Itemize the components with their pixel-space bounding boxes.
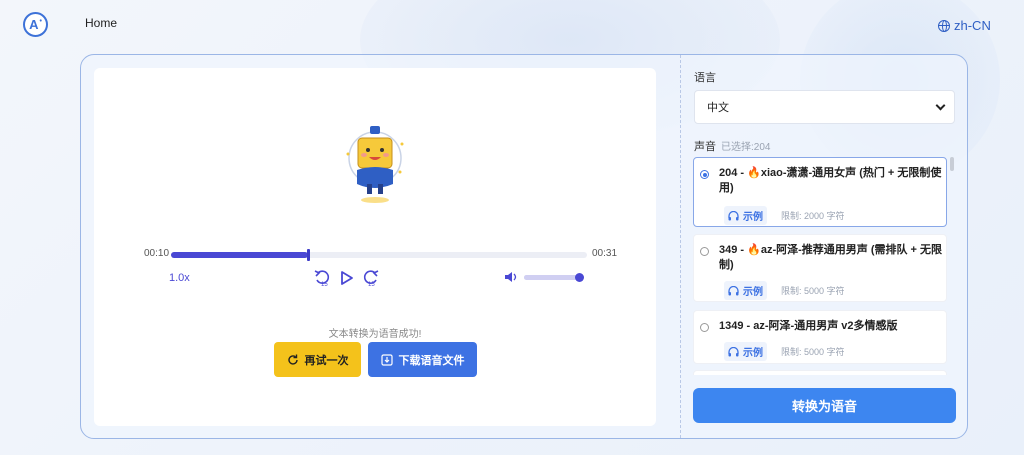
download-label: 下载语音文件 — [398, 354, 465, 367]
volume-fill — [524, 275, 580, 280]
voice-label: 声音 已选择:204 — [694, 141, 771, 153]
forward-icon: 15 — [363, 270, 379, 287]
voice-name: 349 - 🔥az-阿泽-推荐通用男声 (需排队 + 无限制) — [719, 244, 943, 271]
voice-list-scrollbar[interactable] — [950, 157, 954, 171]
download-button[interactable]: 下载语音文件 — [368, 342, 477, 377]
locale-switcher[interactable]: zh-CN — [938, 18, 991, 33]
playback-speed-button[interactable]: 1.0x — [169, 272, 190, 284]
panel-divider — [680, 55, 681, 438]
progress-slider[interactable] — [171, 249, 587, 261]
voice-radio[interactable] — [700, 170, 709, 179]
rewind-icon: 15 — [314, 270, 330, 287]
download-icon — [380, 353, 393, 366]
voice-limit: 限制: 2000 字符 — [781, 211, 845, 221]
language-label: 语言 — [694, 72, 716, 84]
tts-panel: 00:10 00:31 1.0x 15 15 文本转换为语音成功! 再试一次 下… — [80, 54, 968, 439]
duration-time: 00:31 — [592, 248, 618, 259]
headphones-icon — [728, 285, 739, 295]
voice-selected-count: 已选择:204 — [721, 142, 771, 153]
voice-name: 1349 - az-阿泽-通用男声 v2多情感版 — [719, 320, 898, 332]
logo-letter: A — [29, 17, 39, 32]
locale-label: zh-CN — [954, 18, 991, 33]
voice-meta: 示例 限制: 5000 字符 — [724, 342, 845, 361]
mascot-illustration — [346, 126, 404, 203]
headphones-icon — [728, 210, 739, 220]
voice-name: 204 - 🔥xiao-潇潇-通用女声 (热门 + 无限制使用) — [719, 167, 942, 194]
voice-option-204[interactable]: 204 - 🔥xiao-潇潇-通用女声 (热门 + 无限制使用) 示例 限制: … — [693, 157, 947, 227]
rewind-seconds: 15 — [321, 282, 328, 287]
voice-meta: 示例 限制: 2000 字符 — [724, 206, 845, 225]
voice-list[interactable]: 204 - 🔥xiao-潇潇-通用女声 (热门 + 无限制使用) 示例 限制: … — [693, 157, 955, 375]
success-message: 文本转换为语音成功! — [328, 329, 422, 340]
app-logo[interactable]: A • — [23, 12, 48, 37]
voice-limit: 限制: 5000 字符 — [781, 286, 845, 296]
nav-home-link[interactable]: Home — [85, 16, 117, 30]
current-time: 00:10 — [144, 248, 170, 259]
play-icon — [341, 271, 353, 285]
language-select[interactable]: 中文 — [694, 90, 955, 124]
sample-button[interactable]: 示例 — [724, 342, 767, 361]
rewind-15-button[interactable]: 15 — [313, 269, 333, 287]
convert-to-speech-button[interactable]: 转换为语音 — [693, 388, 956, 423]
forward-15-button[interactable]: 15 — [360, 269, 380, 287]
voice-option-349[interactable]: 349 - 🔥az-阿泽-推荐通用男声 (需排队 + 无限制) 示例 限制: 5… — [693, 234, 947, 302]
retry-button[interactable]: 再试一次 — [274, 342, 361, 377]
voice-meta: 示例 限制: 5000 字符 — [724, 281, 845, 300]
globe-icon — [938, 19, 950, 32]
voice-radio[interactable] — [700, 247, 709, 256]
sample-button[interactable]: 示例 — [724, 281, 767, 300]
refresh-icon — [287, 354, 298, 365]
progress-handle[interactable] — [307, 249, 311, 261]
voice-option-partial[interactable] — [693, 370, 947, 375]
retry-label: 再试一次 — [304, 354, 349, 367]
volume-slider[interactable] — [524, 273, 584, 282]
player-card: 00:10 00:31 1.0x 15 15 文本转换为语音成功! 再试一次 下… — [94, 68, 656, 426]
progress-fill — [171, 252, 309, 258]
volume-handle[interactable] — [574, 273, 584, 282]
sample-button[interactable]: 示例 — [724, 206, 767, 225]
language-value: 中文 — [707, 102, 729, 114]
play-button[interactable] — [337, 269, 357, 287]
headphones-icon — [728, 346, 739, 356]
forward-seconds: 15 — [368, 282, 375, 287]
voice-radio[interactable] — [700, 323, 709, 332]
volume-icon[interactable] — [504, 271, 518, 283]
chevron-down-icon — [935, 100, 946, 110]
voice-limit: 限制: 5000 字符 — [781, 347, 845, 357]
voice-option-1349[interactable]: 1349 - az-阿泽-通用男声 v2多情感版 示例 限制: 5000 字符 — [693, 310, 947, 364]
